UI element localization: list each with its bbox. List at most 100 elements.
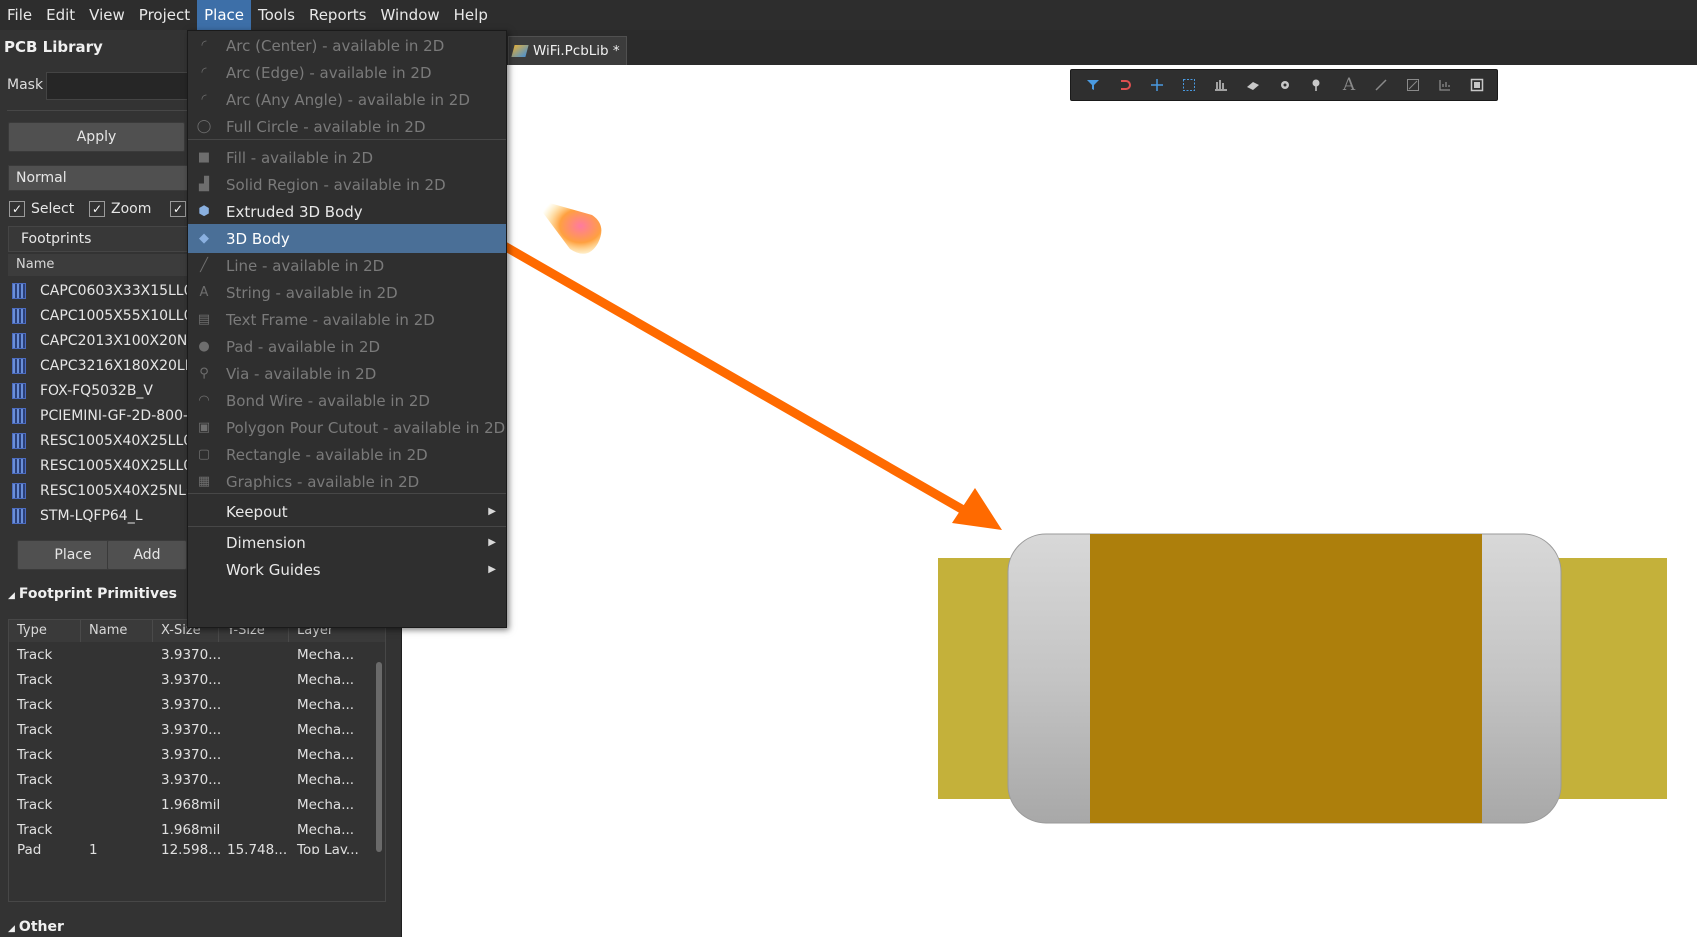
menu-item-label: Solid Region - available in 2D xyxy=(226,175,446,194)
table-cell: Pad xyxy=(17,842,42,854)
table-cell: 3.9370... xyxy=(161,696,222,713)
extruded-3d-body-icon: ⬢ xyxy=(198,204,210,219)
full-circle-icon: ◯ xyxy=(196,119,212,134)
table-cell: Mecha... xyxy=(297,696,355,713)
primitives-scrollbar[interactable] xyxy=(375,652,383,898)
menu-item-graphics[interactable]: ▦ Graphics - available in 2D xyxy=(188,467,506,496)
annotation-arrow-line xyxy=(475,227,977,520)
other-header[interactable]: ◢ Other xyxy=(8,919,64,935)
table-row[interactable]: Track 3.9370... Mecha... xyxy=(9,767,385,792)
table-cell: Mecha... xyxy=(297,771,355,788)
table-row[interactable]: Track 1.968mil Mecha... xyxy=(9,817,385,842)
table-cell: Track xyxy=(17,696,53,713)
table-cell: Mecha... xyxy=(297,746,355,763)
column-header[interactable]: Name xyxy=(81,620,153,642)
menu-item-pad[interactable]: ● Pad - available in 2D xyxy=(188,332,506,361)
table-row[interactable]: Pad 1 12.598... 15.748... Top Lay... xyxy=(9,842,385,854)
table-row[interactable]: Track 3.9370... Mecha... xyxy=(9,692,385,717)
menu-item-full-circle[interactable]: ◯ Full Circle - available in 2D xyxy=(188,112,506,141)
pad-icon: ● xyxy=(198,339,210,354)
menu-item-label: Extruded 3D Body xyxy=(226,202,363,221)
pad-left xyxy=(938,558,1018,799)
select-checkbox-label: Select xyxy=(31,201,75,217)
menu-item-extruded-3d-body[interactable]: ⬢ Extruded 3D Body xyxy=(188,197,506,226)
menu-item-label: Arc (Edge) - available in 2D xyxy=(226,63,432,82)
table-cell: 15.748... xyxy=(227,842,288,854)
tab-wifi-pcblib[interactable]: WiFi.PcbLib * xyxy=(508,36,627,65)
menu-item-label: Dimension xyxy=(226,533,306,552)
menu-item-solid-region[interactable]: ▟ Solid Region - available in 2D xyxy=(188,170,506,199)
table-cell: 1.968mil xyxy=(161,796,221,813)
menu-file[interactable]: File xyxy=(0,0,39,30)
collapse-triangle-icon: ◢ xyxy=(8,591,15,601)
bond-wire-icon: ◠ xyxy=(198,393,210,408)
polygon-cutout-icon: ▣ xyxy=(197,420,211,435)
menu-edit[interactable]: Edit xyxy=(39,0,82,30)
column-header[interactable]: Type xyxy=(9,620,81,642)
table-row[interactable]: Track 3.9370... Mecha... xyxy=(9,742,385,767)
footprint-icon xyxy=(12,407,26,424)
menu-item-bond-wire[interactable]: ◠ Bond Wire - available in 2D xyxy=(188,386,506,415)
add-button[interactable]: Add xyxy=(107,540,187,570)
footprint-icon xyxy=(12,507,26,524)
footprint-icon xyxy=(12,357,26,374)
footprint-icon xyxy=(12,382,26,399)
menu-item-string[interactable]: A String - available in 2D xyxy=(188,278,506,307)
select-checkbox[interactable]: ✓ Select xyxy=(9,198,74,220)
table-row[interactable]: Track 3.9370... Mecha... xyxy=(9,642,385,667)
submenu-arrow-icon: ▶ xyxy=(488,506,496,517)
menu-item-via[interactable]: ⚲ Via - available in 2D xyxy=(188,359,506,388)
menu-item-arc-any-angle[interactable]: ◜ Arc (Any Angle) - available in 2D xyxy=(188,85,506,114)
menu-item-label: Fill - available in 2D xyxy=(226,148,373,167)
design-canvas[interactable]: A xyxy=(402,65,1697,937)
menu-window[interactable]: Window xyxy=(374,0,447,30)
menu-separator xyxy=(188,526,506,527)
menu-item-arc-center[interactable]: ◜ Arc (Center) - available in 2D xyxy=(188,31,506,60)
menu-item-label: Keepout xyxy=(226,502,288,521)
menu-item-label: 3D Body xyxy=(226,229,290,248)
menu-tools[interactable]: Tools xyxy=(251,0,302,30)
table-row[interactable]: Track 1.968mil Mecha... xyxy=(9,792,385,817)
menu-project[interactable]: Project xyxy=(132,0,197,30)
menu-item-polygon-pour-cutout[interactable]: ▣ Polygon Pour Cutout - available in 2D xyxy=(188,413,506,442)
resistive-body xyxy=(1090,534,1482,823)
menu-item-3d-body[interactable]: ◆ 3D Body xyxy=(188,224,506,253)
zoom-checkbox[interactable]: ✓ Zoom xyxy=(89,198,151,220)
pcblib-file-icon xyxy=(511,45,529,57)
table-cell: Track xyxy=(17,721,53,738)
table-cell: 3.9370... xyxy=(161,721,222,738)
via-icon: ⚲ xyxy=(199,366,209,381)
menu-item-keepout[interactable]: Keepout ▶ xyxy=(188,497,506,526)
rectangle-icon: ▢ xyxy=(197,447,211,462)
text-frame-icon: ▤ xyxy=(197,312,211,327)
table-row[interactable]: Track 3.9370... Mecha... xyxy=(9,717,385,742)
table-cell: Track xyxy=(17,671,53,688)
collapse-triangle-icon: ◢ xyxy=(8,924,15,934)
menu-item-rectangle[interactable]: ▢ Rectangle - available in 2D xyxy=(188,440,506,469)
scrollbar-thumb[interactable] xyxy=(376,662,382,852)
menu-item-dimension[interactable]: Dimension ▶ xyxy=(188,528,506,557)
menu-icon-spacer xyxy=(195,561,213,579)
menu-item-arc-edge[interactable]: ◜ Arc (Edge) - available in 2D xyxy=(188,58,506,87)
table-cell: 1 xyxy=(89,842,98,854)
3d-body-icon: ◆ xyxy=(199,231,209,246)
menu-item-work-guides[interactable]: Work Guides ▶ xyxy=(188,555,506,584)
menu-item-label: Rectangle - available in 2D xyxy=(226,445,428,464)
menu-item-fill[interactable]: ■ Fill - available in 2D xyxy=(188,143,506,172)
menu-item-line[interactable]: ╱ Line - available in 2D xyxy=(188,251,506,280)
menu-item-text-frame[interactable]: ▤ Text Frame - available in 2D xyxy=(188,305,506,334)
menu-help[interactable]: Help xyxy=(447,0,495,30)
submenu-arrow-icon: ▶ xyxy=(488,537,496,548)
footprint-icon xyxy=(12,457,26,474)
fill-icon: ■ xyxy=(197,150,211,165)
menu-place[interactable]: Place xyxy=(197,0,251,30)
table-cell: Track xyxy=(17,771,53,788)
menu-separator xyxy=(188,139,506,140)
menu-item-label: Bond Wire - available in 2D xyxy=(226,391,430,410)
table-row[interactable]: Track 3.9370... Mecha... xyxy=(9,667,385,692)
graphics-icon: ▦ xyxy=(197,474,211,489)
menu-view[interactable]: View xyxy=(82,0,132,30)
apply-button[interactable]: Apply xyxy=(8,122,185,152)
menu-reports[interactable]: Reports xyxy=(302,0,374,30)
footprint-primitives-header[interactable]: ◢ Footprint Primitives xyxy=(8,586,177,602)
